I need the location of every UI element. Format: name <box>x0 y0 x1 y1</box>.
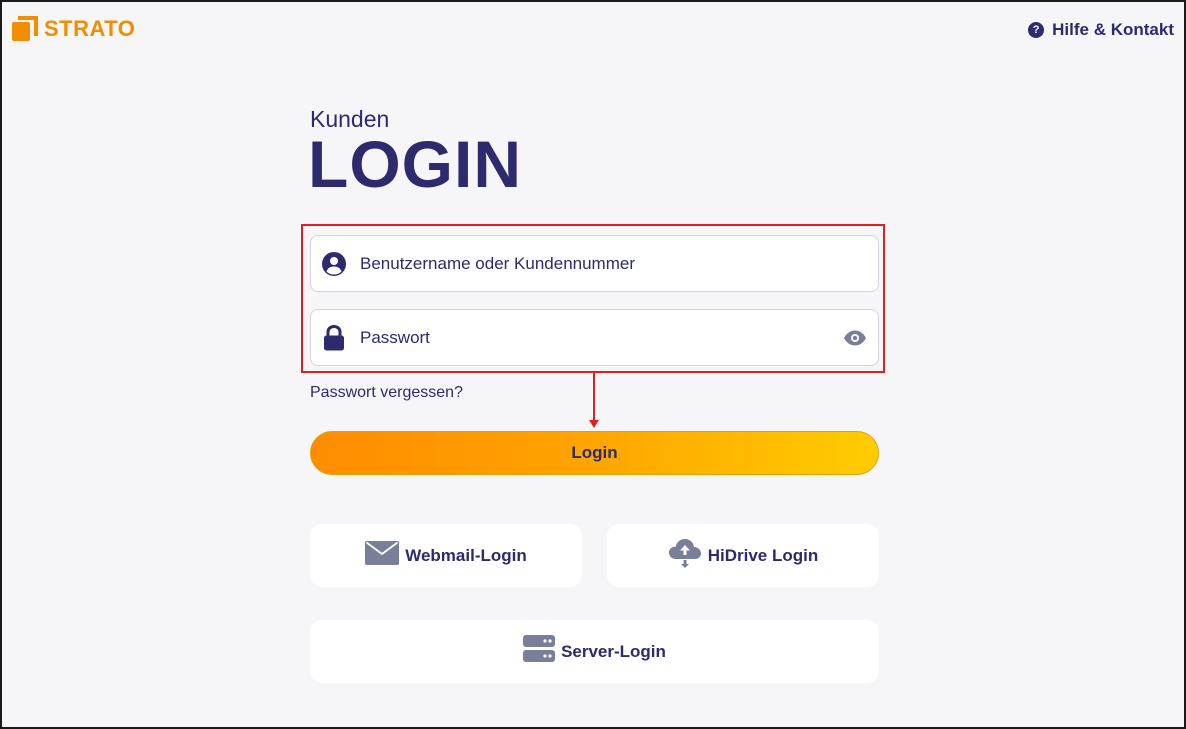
page-frame: STRATO ? Hilfe & Kontakt Kunden LOGIN Be… <box>0 0 1186 729</box>
annotation-highlight-box <box>301 224 885 373</box>
help-label: Hilfe & Kontakt <box>1052 20 1174 39</box>
annotation-arrow <box>593 373 595 423</box>
annotation-arrow-head <box>589 420 599 428</box>
strato-logo-icon <box>12 16 38 42</box>
login-button[interactable]: Login <box>310 431 879 475</box>
question-circle-icon: ? <box>1028 22 1045 38</box>
envelope-icon <box>365 541 400 570</box>
server-login-label: Server-Login <box>561 641 666 661</box>
webmail-login-label: Webmail-Login <box>405 545 527 565</box>
server-icon <box>523 635 556 668</box>
help-contact-link[interactable]: ? Hilfe & Kontakt <box>1028 20 1174 40</box>
hidrive-login-button[interactable]: HiDrive Login <box>607 524 879 587</box>
forgot-password-link[interactable]: Passwort vergessen? <box>310 384 463 402</box>
hidrive-login-label: HiDrive Login <box>707 545 819 565</box>
strato-logo[interactable]: STRATO <box>12 16 135 42</box>
brand-name: STRATO <box>44 16 136 41</box>
server-login-button[interactable]: Server-Login <box>310 620 879 683</box>
page-title: LOGIN <box>308 127 522 201</box>
cloud-upload-icon <box>668 538 702 573</box>
webmail-login-button[interactable]: Webmail-Login <box>310 524 582 587</box>
